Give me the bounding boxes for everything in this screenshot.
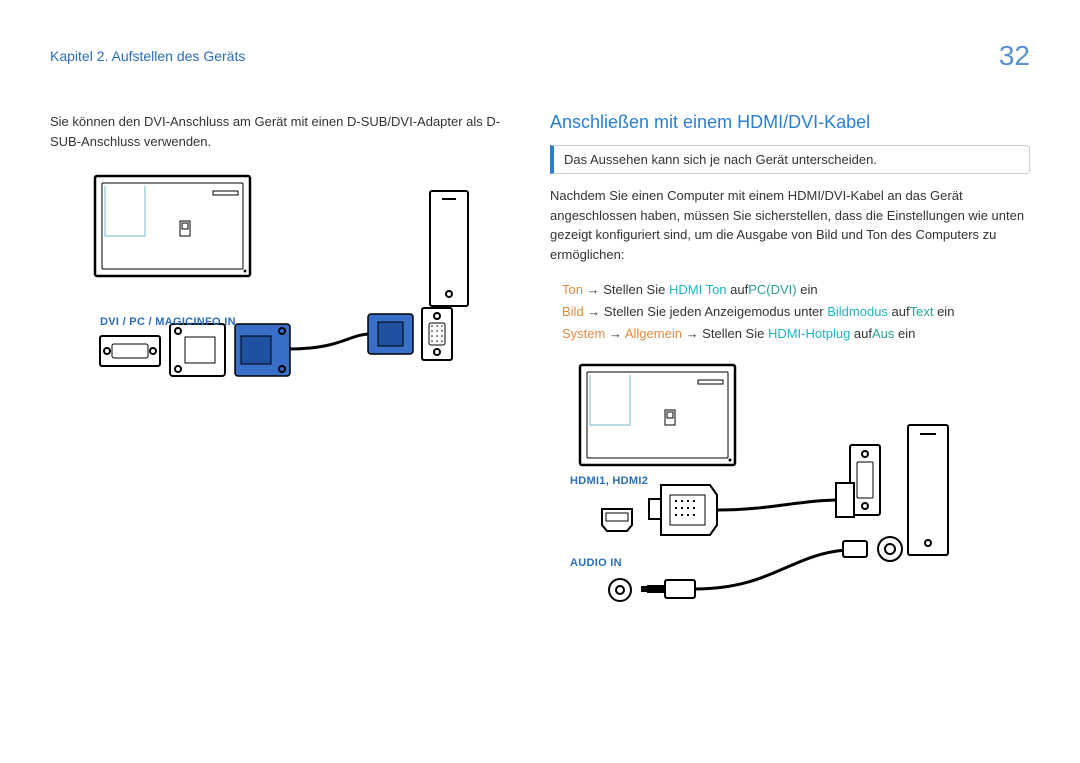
port-label-dvi: DVI / PC / MAGICINFO IN xyxy=(100,316,520,328)
page-number: 32 xyxy=(999,40,1030,72)
right-column: Anschließen mit einem HDMI/DVI-Kabel Das… xyxy=(550,112,1030,659)
port-label-audio: AUDIO IN xyxy=(570,557,690,569)
left-intro: Sie können den DVI-Anschluss am Gerät mi… xyxy=(50,112,520,151)
left-column: Sie können den DVI-Anschluss am Gerät mi… xyxy=(50,112,520,659)
port-label-hdmi: HDMI1, HDMI2 xyxy=(570,475,690,487)
setting-sound: Ton → Stellen Sie HDMI Ton aufPC(DVI) ei… xyxy=(550,279,1030,301)
figure-hdmi-connection: HDMI1, HDMI2 AUDIO IN xyxy=(550,355,1030,659)
note-text: Das Aussehen kann sich je nach Gerät unt… xyxy=(564,152,877,167)
note-box: Das Aussehen kann sich je nach Gerät unt… xyxy=(550,145,1030,174)
figure-dsub-connection: DVI / PC / MAGICINFO IN xyxy=(50,166,520,328)
section-heading: Anschließen mit einem HDMI/DVI-Kabel xyxy=(550,112,1030,133)
setting-picture: Bild → Stellen Sie jeden Anzeigemodus un… xyxy=(550,301,1030,323)
right-body: Nachdem Sie einen Computer mit einem HDM… xyxy=(550,186,1030,264)
setting-system: System → Allgemein → Stellen Sie HDMI-Ho… xyxy=(550,323,1030,345)
chapter-title: Kapitel 2. Aufstellen des Geräts xyxy=(50,48,245,64)
page-header: Kapitel 2. Aufstellen des Geräts 32 xyxy=(50,40,1030,72)
